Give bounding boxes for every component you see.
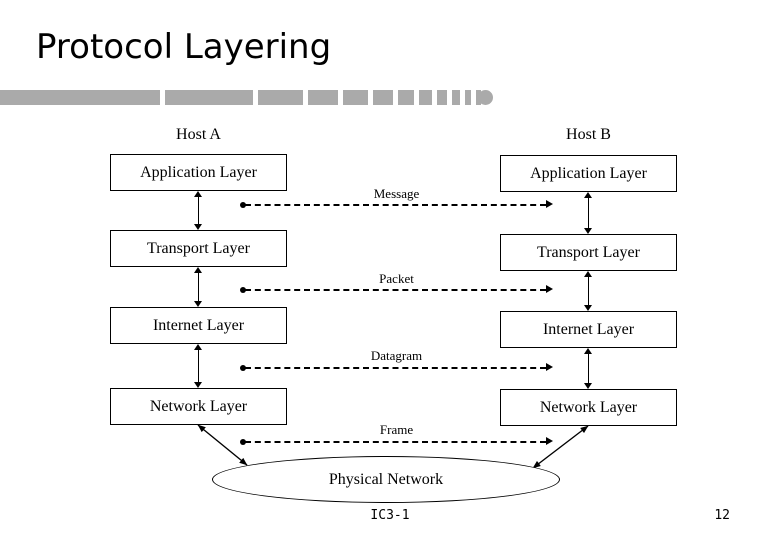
arrow-head-down-icon (194, 301, 202, 307)
dash-start-dot-icon (240, 286, 246, 293)
dash-line (245, 204, 546, 206)
page-title: Protocol Layering (36, 27, 332, 67)
host-a-transport-to-internet-arrow (194, 267, 203, 307)
host-a-internet-to-network-arrow (194, 344, 203, 388)
arrow-head-down-icon (194, 382, 202, 388)
deco-bar-segment-7 (419, 90, 432, 105)
dash-start-dot-icon (240, 201, 246, 208)
arrow-head-up-icon (194, 344, 202, 350)
deco-bar-segment-1 (165, 90, 253, 105)
arrow-head-up-icon (584, 271, 592, 277)
dash-line (245, 441, 546, 443)
datagram-arrow-label: Datagram (370, 348, 423, 363)
deco-bar-segment-10 (465, 90, 471, 105)
arrow-shaft (198, 195, 199, 226)
page-number: 12 (714, 508, 730, 523)
dash-start-dot-icon (240, 438, 246, 445)
host-caption-host-b: Host B (566, 126, 611, 143)
arrow-shaft (588, 196, 589, 230)
dash-arrow-head-icon (546, 363, 553, 371)
host-a-app-to-transport-arrow (194, 191, 203, 230)
arrow-head-up-icon (194, 191, 202, 197)
host-a-transport-layer: Transport Layer (110, 230, 287, 267)
deco-bar-segment-3 (308, 90, 338, 105)
host-a-network-layer: Network Layer (110, 388, 287, 425)
host-b-internet-to-network-arrow (584, 348, 593, 389)
arrow-shaft (588, 275, 589, 307)
frame-arrow-label: Frame (379, 422, 414, 437)
deco-bar-segment-0 (0, 90, 160, 105)
decorative-bar (0, 90, 510, 105)
dash-arrow-head-icon (546, 437, 553, 445)
host-caption-host-a: Host A (176, 126, 221, 143)
deco-bar-segment-9 (452, 90, 460, 105)
arrow-shaft (198, 271, 199, 303)
physical-network-label: Physical Network (328, 470, 444, 488)
arrow-head-down-icon (584, 228, 592, 234)
host-b-transport-to-internet-arrow (584, 271, 593, 311)
deco-bar-segment-8 (437, 90, 447, 105)
arrow-head-up-icon (584, 348, 592, 354)
deco-bar-segment-6 (398, 90, 414, 105)
arrow-head-down-icon (194, 224, 202, 230)
arrow-shaft (588, 352, 589, 385)
datagram-arrow (240, 363, 553, 372)
deco-bar-segment-4 (343, 90, 368, 105)
dash-start-dot-icon (240, 364, 246, 371)
host-b-network-layer: Network Layer (500, 389, 677, 426)
dash-line (245, 289, 546, 291)
host-b-app-to-transport-arrow (584, 192, 593, 234)
deco-bar-end-dot (478, 90, 493, 105)
packet-arrow-label: Packet (379, 271, 414, 286)
arrow-head-up-icon (584, 192, 592, 198)
dash-line (245, 367, 546, 369)
physical-network-ellipse: Physical Network (212, 456, 560, 503)
message-arrow-label: Message (373, 186, 420, 201)
arrow-head-down-icon (584, 305, 592, 311)
arrow-head-up-icon (194, 267, 202, 273)
footer-code: IC3-1 (370, 508, 410, 523)
arrow-shaft (198, 348, 199, 384)
deco-bar-segment-2 (258, 90, 303, 105)
host-b-transport-layer: Transport Layer (500, 234, 677, 271)
deco-bar-segment-5 (373, 90, 393, 105)
host-b-internet-layer: Internet Layer (500, 311, 677, 348)
frame-arrow (240, 437, 553, 446)
slide-protocol-layering: Protocol Layering Host A Application Laye… (0, 0, 780, 540)
host-a-internet-layer: Internet Layer (110, 307, 287, 344)
arrow-head-down-icon (584, 383, 592, 389)
